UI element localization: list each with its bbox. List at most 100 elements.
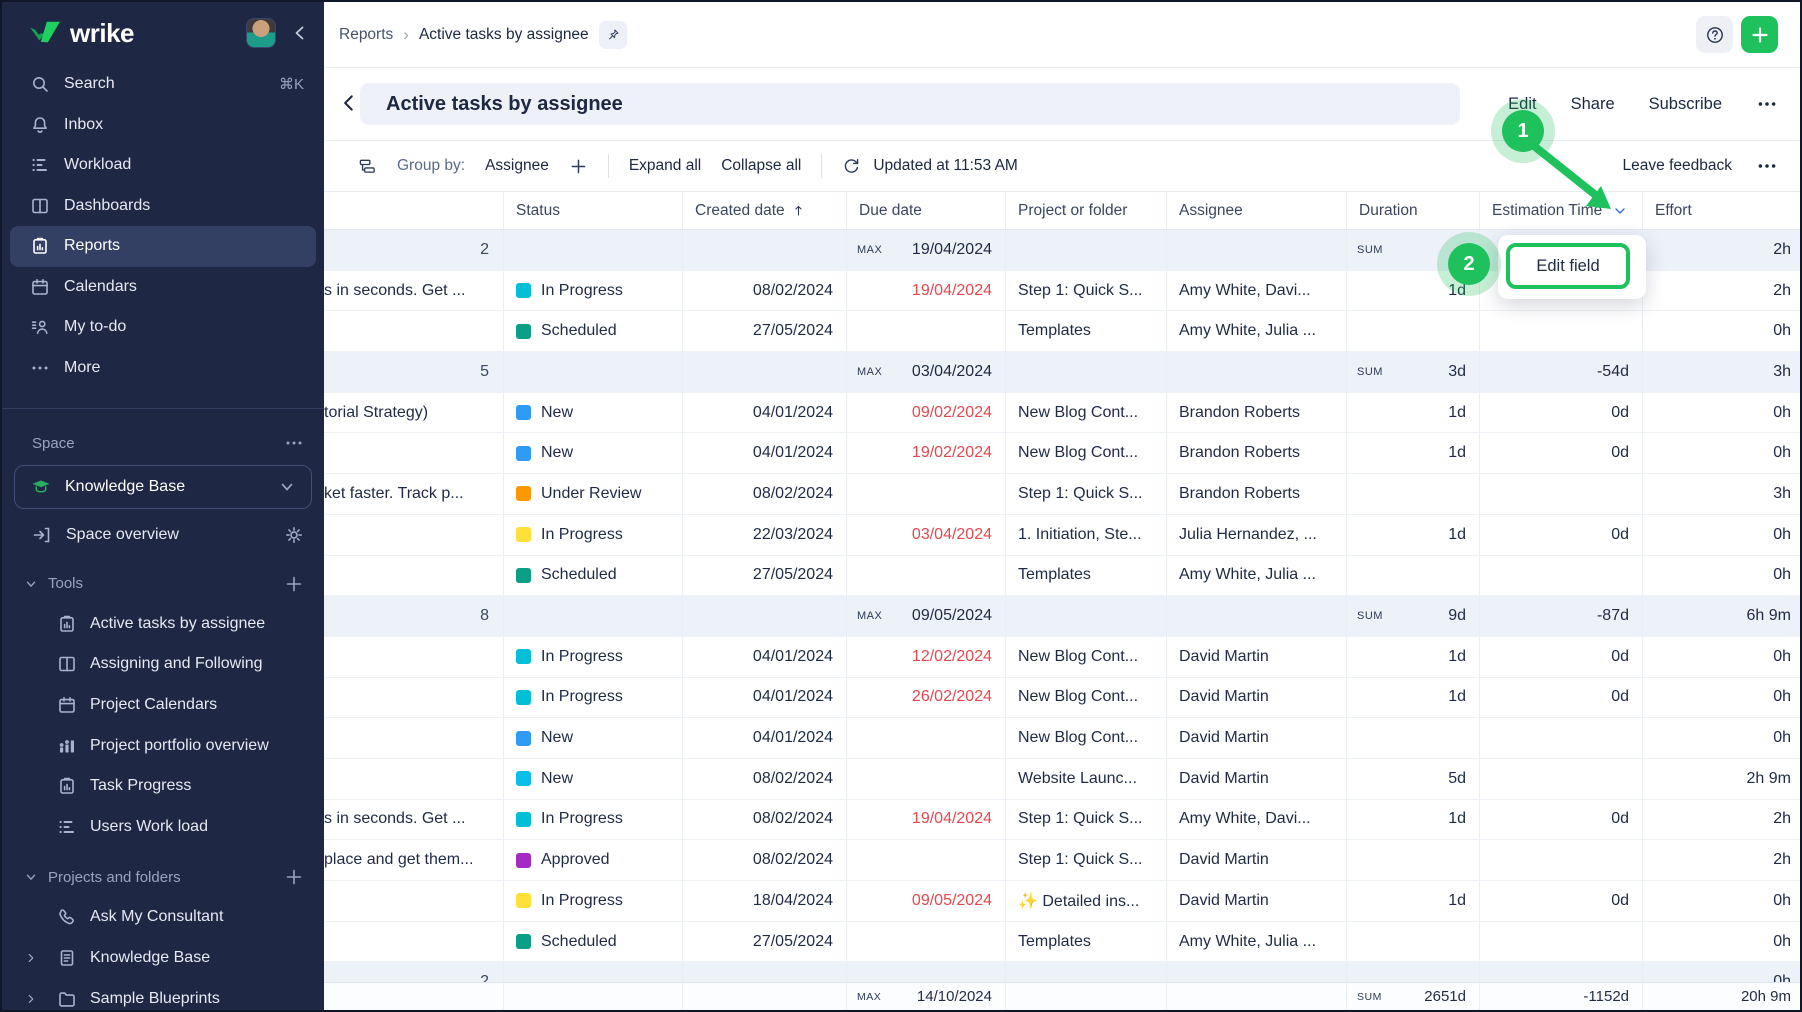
column-header-project-or-folder[interactable]: Project or folder bbox=[1006, 192, 1167, 229]
column-header-effort[interactable]: Effort bbox=[1643, 192, 1800, 229]
table-row[interactable]: Scheduled27/05/2024TemplatesAmy White, J… bbox=[324, 556, 1800, 597]
table-row[interactable]: In Progress04/01/202426/02/2024New Blog … bbox=[324, 678, 1800, 719]
table-row[interactable]: In Progress22/03/202403/04/20241. Initia… bbox=[324, 515, 1800, 556]
sidebar-collapse-icon[interactable] bbox=[290, 23, 310, 43]
projects-section-header[interactable]: Projects and folders bbox=[2, 857, 324, 897]
cell-created bbox=[683, 352, 847, 392]
toolbar-more-icon[interactable] bbox=[1756, 155, 1778, 177]
add-group-icon[interactable] bbox=[569, 157, 588, 176]
cell-effort: 0h bbox=[1643, 393, 1800, 433]
table-row[interactable]: In Progress18/04/202409/05/2024✨ Detaile… bbox=[324, 881, 1800, 922]
table-row[interactable]: torial Strategy)New04/01/202409/02/2024N… bbox=[324, 393, 1800, 434]
space-selector[interactable]: Knowledge Base bbox=[14, 465, 312, 509]
sidebar-item-my-to-do[interactable]: My to-do bbox=[2, 307, 324, 348]
table-group-row[interactable]: 8MAX09/05/2024SUM9d-87d6h 9m bbox=[324, 596, 1800, 637]
cell-assignee: Julia Hernandez, ... bbox=[1167, 515, 1347, 555]
column-header-label: Duration bbox=[1359, 202, 1418, 220]
sidebar-tool-users-work-load[interactable]: Users Work load bbox=[2, 806, 324, 847]
cell-estimation: -54d bbox=[1480, 352, 1643, 392]
duration-sum-value: 3d bbox=[1448, 363, 1466, 381]
breadcrumb-reports-link[interactable]: Reports bbox=[339, 26, 393, 44]
group-count: 2 bbox=[324, 230, 504, 270]
table-row[interactable]: place and get them...Approved08/02/2024S… bbox=[324, 840, 1800, 881]
table-row[interactable]: s in seconds. Get ...In Progress08/02/20… bbox=[324, 800, 1800, 841]
chevron-down-icon[interactable] bbox=[1612, 203, 1628, 219]
sidebar-tool-project-calendars[interactable]: Project Calendars bbox=[2, 685, 324, 726]
sidebar-tool-active-tasks-by-assignee[interactable]: Active tasks by assignee bbox=[2, 604, 324, 645]
back-icon[interactable] bbox=[338, 92, 360, 114]
column-header-created-date[interactable]: Created date bbox=[683, 192, 847, 229]
table-row[interactable]: In Progress04/01/202412/02/2024New Blog … bbox=[324, 637, 1800, 678]
sidebar-item-reports[interactable]: Reports bbox=[10, 226, 316, 267]
sidebar-project-ask-my-consultant[interactable]: Ask My Consultant bbox=[2, 897, 324, 938]
column-header-due-date[interactable]: Due date bbox=[847, 192, 1006, 229]
user-avatar[interactable] bbox=[246, 18, 276, 48]
more-actions-icon[interactable] bbox=[1756, 93, 1778, 115]
help-button[interactable] bbox=[1696, 16, 1733, 53]
gear-icon[interactable] bbox=[284, 525, 304, 545]
edit-field-menu-item[interactable]: Edit field bbox=[1506, 243, 1630, 289]
tools-section-header[interactable]: Tools bbox=[2, 564, 324, 604]
sidebar-item-dashboards[interactable]: Dashboards bbox=[2, 186, 324, 227]
column-header-status[interactable]: Status bbox=[504, 192, 683, 229]
cell-duration-sum: SUM3d bbox=[1347, 352, 1480, 392]
graduation-cap-icon bbox=[31, 477, 51, 497]
tool-item-label: Project Calendars bbox=[90, 696, 217, 714]
sidebar-project-knowledge-base[interactable]: Knowledge Base bbox=[2, 938, 324, 979]
sidebar-item-space-overview[interactable]: Space overview bbox=[2, 515, 324, 556]
column-header-label: Assignee bbox=[1179, 202, 1243, 220]
cell-effort: 0h bbox=[1643, 922, 1800, 962]
wrike-logo[interactable]: wrike bbox=[28, 18, 246, 49]
expand-all-button[interactable]: Expand all bbox=[629, 157, 701, 175]
cell-duration bbox=[1347, 311, 1480, 351]
sidebar-project-sample-blueprints[interactable]: Sample Blueprints bbox=[2, 978, 324, 1010]
subscribe-button[interactable]: Subscribe bbox=[1649, 95, 1722, 114]
sidebar-item-workload[interactable]: Workload bbox=[2, 145, 324, 186]
sidebar-item-calendars[interactable]: Calendars bbox=[2, 267, 324, 308]
sidebar-tool-assigning-and-following[interactable]: Assigning and Following bbox=[2, 644, 324, 685]
breadcrumb: Reports › Active tasks by assignee bbox=[339, 2, 627, 67]
sidebar-tool-task-progress[interactable]: Task Progress bbox=[2, 766, 324, 807]
sidebar-item-label: More bbox=[64, 359, 100, 377]
cell-status: New bbox=[504, 759, 683, 799]
sidebar-item-search[interactable]: Search⌘K bbox=[2, 64, 324, 105]
group-by-value[interactable]: Assignee bbox=[485, 157, 549, 175]
create-button[interactable] bbox=[1741, 16, 1778, 53]
cell-status: Scheduled bbox=[504, 922, 683, 962]
leave-feedback-button[interactable]: Leave feedback bbox=[1623, 157, 1732, 175]
column-header-assignee[interactable]: Assignee bbox=[1167, 192, 1347, 229]
chevron-down-icon bbox=[24, 870, 38, 884]
sidebar-item-more[interactable]: More bbox=[2, 348, 324, 389]
table-header-container: StatusCreated dateDue dateProject or fol… bbox=[324, 192, 1800, 230]
table-row[interactable]: New04/01/202419/02/2024New Blog Cont...B… bbox=[324, 433, 1800, 474]
table-row[interactable]: New04/01/2024New Blog Cont...David Marti… bbox=[324, 718, 1800, 759]
cell-due-date bbox=[847, 474, 1006, 514]
total-estimation: -1152d bbox=[1480, 983, 1643, 1010]
max-label: MAX bbox=[857, 366, 882, 378]
plus-icon[interactable] bbox=[284, 574, 304, 594]
status-color-swatch bbox=[516, 568, 531, 583]
sidebar-tool-project-portfolio-overview[interactable]: Project portfolio overview bbox=[2, 725, 324, 766]
column-header-duration[interactable]: Duration bbox=[1347, 192, 1480, 229]
column-dropdown-menu: Edit field bbox=[1498, 235, 1646, 299]
table-row[interactable]: ket faster. Track p...Under Review08/02/… bbox=[324, 474, 1800, 515]
cell-status: In Progress bbox=[504, 515, 683, 555]
sidebar-item-inbox[interactable]: Inbox bbox=[2, 105, 324, 146]
pin-button[interactable] bbox=[599, 21, 627, 49]
due-max-value: 03/04/2024 bbox=[912, 363, 992, 381]
space-more-icon[interactable] bbox=[284, 433, 304, 453]
table-row[interactable]: New08/02/2024Website Launc...David Marti… bbox=[324, 759, 1800, 800]
refresh-icon[interactable] bbox=[842, 157, 861, 176]
cell-estimation bbox=[1480, 556, 1643, 596]
table-group-row[interactable]: 5MAX03/04/2024SUM3d-54d3h bbox=[324, 352, 1800, 393]
report-title-input[interactable]: Active tasks by assignee bbox=[360, 83, 1460, 125]
share-button[interactable]: Share bbox=[1571, 95, 1615, 114]
collapse-all-button[interactable]: Collapse all bbox=[721, 157, 801, 175]
table-row[interactable]: Scheduled27/05/2024TemplatesAmy White, J… bbox=[324, 311, 1800, 352]
table-row[interactable]: Scheduled27/05/2024TemplatesAmy White, J… bbox=[324, 922, 1800, 963]
cell-duration bbox=[1347, 922, 1480, 962]
plus-icon[interactable] bbox=[284, 867, 304, 887]
column-header-estimation-time[interactable]: Estimation Time bbox=[1480, 192, 1643, 229]
duration-sum-value: 9d bbox=[1448, 607, 1466, 625]
report-toolbar: Group by: Assignee Expand all Collapse a… bbox=[324, 141, 1800, 192]
